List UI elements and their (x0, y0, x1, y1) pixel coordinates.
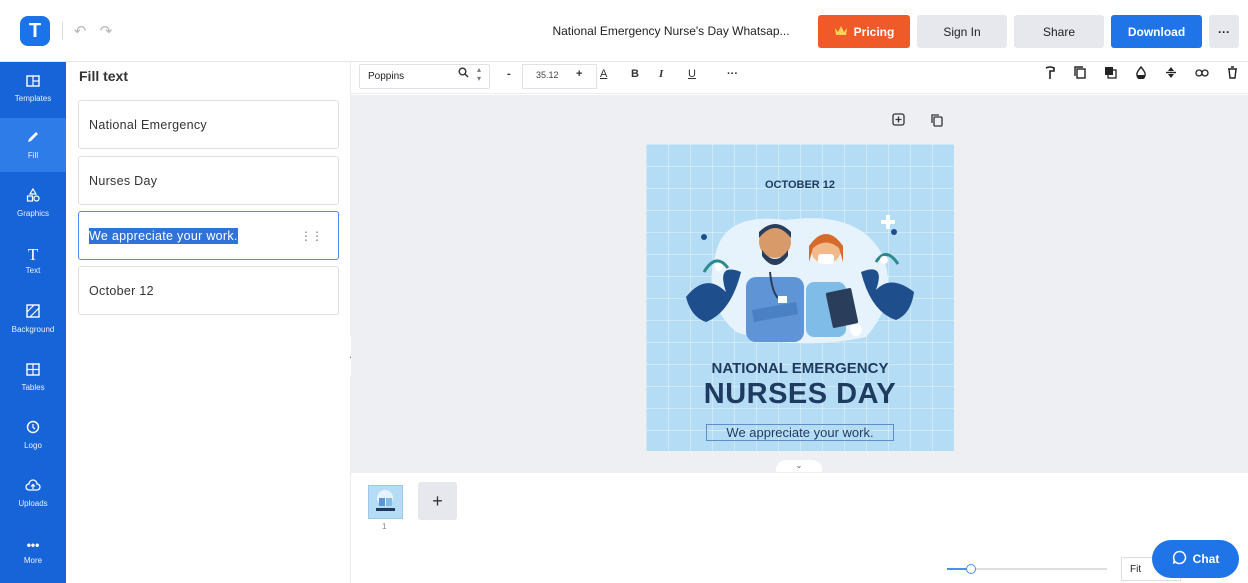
add-page-icon[interactable] (892, 113, 905, 129)
more-options-button[interactable]: ··· (1209, 15, 1239, 48)
text-icon: T (27, 245, 39, 264)
sidebar-item-label: More (23, 556, 43, 565)
sidebar-item-more[interactable]: ••• More (0, 524, 66, 578)
font-stepper-icon[interactable]: ▴ ▾ (477, 65, 481, 83)
sidebar-item-text[interactable]: T Text (0, 234, 66, 288)
layers-icon[interactable] (1104, 66, 1117, 83)
text-toolbar: Poppins ▴ ▾ - 35.12 + A B I U ··· (351, 62, 1248, 94)
redo-icon[interactable]: ↷ (96, 20, 116, 42)
more-icon: ••• (26, 538, 40, 552)
text-color-icon[interactable]: A (600, 68, 607, 80)
chat-bubble-icon (1172, 550, 1187, 568)
divider (62, 22, 63, 40)
design-tagline-selected[interactable]: We appreciate your work. (706, 424, 894, 441)
design-title-line1[interactable]: NATIONAL EMERGENCY (646, 360, 954, 377)
pages-strip: 1 + Fit Chat (351, 473, 1248, 583)
delete-icon[interactable] (1227, 66, 1238, 83)
sidebar-item-tables[interactable]: Tables (0, 350, 66, 404)
text-field-value: National Emergency (89, 117, 207, 132)
text-field[interactable]: October 12 (78, 266, 339, 315)
duplicate-page-icon[interactable] (930, 113, 943, 130)
sidebar-item-templates[interactable]: Templates (0, 62, 66, 116)
crown-icon (834, 25, 848, 39)
font-size-control (522, 64, 597, 89)
pricing-label: Pricing (853, 24, 895, 39)
text-field-value: We appreciate your work. (89, 227, 238, 244)
link-icon[interactable] (1195, 66, 1209, 83)
design-date-text[interactable]: OCTOBER 12 (646, 179, 954, 191)
page-thumbnail[interactable] (368, 485, 403, 519)
add-page-button[interactable]: + (418, 482, 457, 520)
sidebar-item-label: Fill (27, 151, 39, 160)
decrease-size-button[interactable]: - (507, 68, 511, 80)
download-button[interactable]: Download (1111, 15, 1202, 48)
opacity-icon[interactable] (1135, 65, 1147, 83)
format-painter-icon[interactable] (1044, 66, 1056, 83)
position-icon[interactable] (1165, 66, 1177, 83)
bold-icon[interactable]: B (631, 68, 639, 80)
sidebar-item-logo[interactable]: Logo (0, 408, 66, 462)
sidebar-item-uploads[interactable]: Uploads (0, 466, 66, 520)
left-sidebar: Templates Fill Graphics T Text Backgroun… (0, 62, 66, 583)
element-tools (1044, 65, 1238, 83)
sidebar-item-label: Graphics (16, 209, 49, 218)
canvas-area: OCTOBER 12 NATIONAL EMERGENCY NURSES DAY… (351, 95, 1248, 473)
sign-in-button[interactable]: Sign In (917, 15, 1007, 48)
duplicate-icon[interactable] (1074, 66, 1086, 83)
more-text-options-button[interactable]: ··· (727, 68, 738, 80)
sidebar-item-label: Text (25, 266, 41, 275)
cloud-upload-icon (25, 478, 41, 496)
text-field[interactable]: National Emergency (78, 100, 339, 149)
zoom-slider[interactable] (947, 564, 1107, 574)
text-field-value: Nurses Day (89, 173, 158, 188)
logo-icon (26, 420, 40, 438)
font-size-value[interactable]: 35.12 (536, 70, 559, 80)
chat-label: Chat (1192, 552, 1220, 566)
panel-title: Fill text (79, 68, 129, 84)
table-icon (26, 362, 40, 380)
sidebar-item-label: Tables (21, 382, 45, 392)
sidebar-item-label: Templates (14, 94, 52, 103)
text-field-value: October 12 (89, 283, 154, 298)
sidebar-item-graphics[interactable]: Graphics (0, 176, 66, 230)
italic-icon[interactable]: I (659, 68, 663, 80)
templates-icon (26, 75, 40, 91)
text-field-active[interactable]: We appreciate your work. ⋮⋮ (78, 211, 339, 260)
increase-size-button[interactable]: + (576, 68, 582, 80)
design-canvas[interactable]: OCTOBER 12 NATIONAL EMERGENCY NURSES DAY… (646, 144, 954, 451)
shapes-icon (26, 187, 40, 206)
underline-icon[interactable]: U (688, 68, 696, 80)
app-logo[interactable]: T (20, 16, 50, 46)
top-bar: T ↶ ↷ National Emergency Nurse's Day Wha… (0, 0, 1248, 62)
drag-handle-icon[interactable]: ⋮⋮ (300, 229, 323, 243)
sidebar-item-fill[interactable]: Fill (0, 118, 66, 172)
sidebar-item-label: Uploads (18, 498, 48, 508)
sidebar-item-label: Logo (24, 441, 42, 450)
share-button[interactable]: Share (1014, 15, 1104, 48)
font-select[interactable]: Poppins (359, 64, 490, 89)
search-icon[interactable] (458, 67, 469, 81)
undo-icon[interactable]: ↶ (70, 20, 90, 42)
zoom-slider-handle[interactable] (966, 564, 976, 574)
document-title[interactable]: National Emergency Nurse's Day Whatsap..… (540, 16, 802, 46)
sidebar-item-label: Background (11, 325, 55, 334)
text-field[interactable]: Nurses Day (78, 156, 339, 205)
page-number: 1 (382, 522, 387, 531)
fill-text-panel: Fill text National Emergency Nurses Day … (66, 62, 351, 583)
chat-button[interactable]: Chat (1152, 540, 1239, 578)
pricing-button[interactable]: Pricing (818, 15, 910, 48)
design-title-line2[interactable]: NURSES DAY (646, 378, 954, 411)
chevron-down-icon[interactable]: ⌄ (776, 460, 822, 472)
pencil-icon (26, 130, 40, 148)
nurses-illustration[interactable] (686, 202, 914, 352)
sidebar-item-background[interactable]: Background (0, 292, 66, 346)
background-icon (26, 304, 40, 322)
